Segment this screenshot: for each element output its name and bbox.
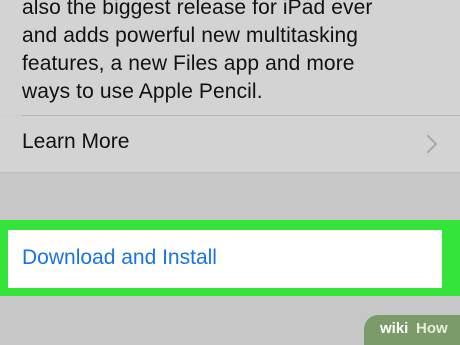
update-description-text: also the biggest release for iPad ever a… [22,0,452,106]
watermark-wiki-text: wiki [380,320,409,337]
description-line: ways to use Apple Pencil. [22,80,263,103]
description-line: features, a new Files app and more [22,52,355,75]
download-and-install-button[interactable]: Download and Install [8,230,442,288]
chevron-right-icon [426,134,438,154]
group-separator [0,172,460,221]
download-and-install-label: Download and Install [22,246,217,269]
description-line: also the biggest release for iPad ever [22,0,373,19]
update-description: also the biggest release for iPad ever a… [0,0,460,115]
watermark-how-text: How [416,320,448,337]
description-line: and adds powerful new multitasking [22,24,359,47]
learn-more-row[interactable]: Learn More [0,116,460,172]
wikihow-watermark: wiki How [364,315,460,345]
settings-screen: also the biggest release for iPad ever a… [0,0,460,345]
learn-more-label: Learn More [22,130,130,153]
